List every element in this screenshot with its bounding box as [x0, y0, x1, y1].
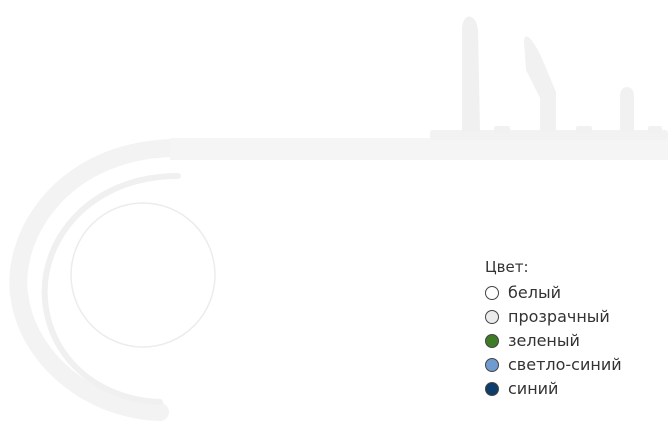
color-option-label: прозрачный [508, 307, 610, 326]
color-option-label: зеленый [508, 331, 580, 350]
white-swatch-icon[interactable] [485, 286, 499, 300]
color-option-label: белый [508, 283, 561, 302]
slanted-fin [524, 36, 556, 132]
color-option-label: синий [508, 379, 559, 398]
blue-swatch-icon[interactable] [485, 382, 499, 396]
transparent-swatch-icon[interactable] [485, 310, 499, 324]
nub-right [648, 126, 662, 134]
color-option-label: светло-синий [508, 355, 622, 374]
base-band [170, 138, 668, 160]
color-option-list: белый прозрачный зеленый светло-синий си… [485, 281, 665, 401]
color-option-light-blue[interactable]: светло-синий [485, 353, 665, 377]
light-blue-swatch-icon[interactable] [485, 358, 499, 372]
color-option-green[interactable]: зеленый [485, 329, 665, 353]
color-option-blue[interactable]: синий [485, 377, 665, 401]
color-selector-title: Цвет: [485, 258, 529, 276]
color-selector: Цвет: белый прозрачный зеленый светло-си… [485, 257, 665, 401]
nub-middle [576, 126, 592, 134]
short-post [620, 87, 634, 132]
product-illustration-stage: Цвет: белый прозрачный зеленый светло-си… [0, 0, 668, 427]
inner-disc [70, 202, 216, 348]
color-option-white[interactable]: белый [485, 281, 665, 305]
tall-post [462, 16, 480, 132]
nub-left [494, 126, 510, 134]
green-swatch-icon[interactable] [485, 334, 499, 348]
color-option-transparent[interactable]: прозрачный [485, 305, 665, 329]
